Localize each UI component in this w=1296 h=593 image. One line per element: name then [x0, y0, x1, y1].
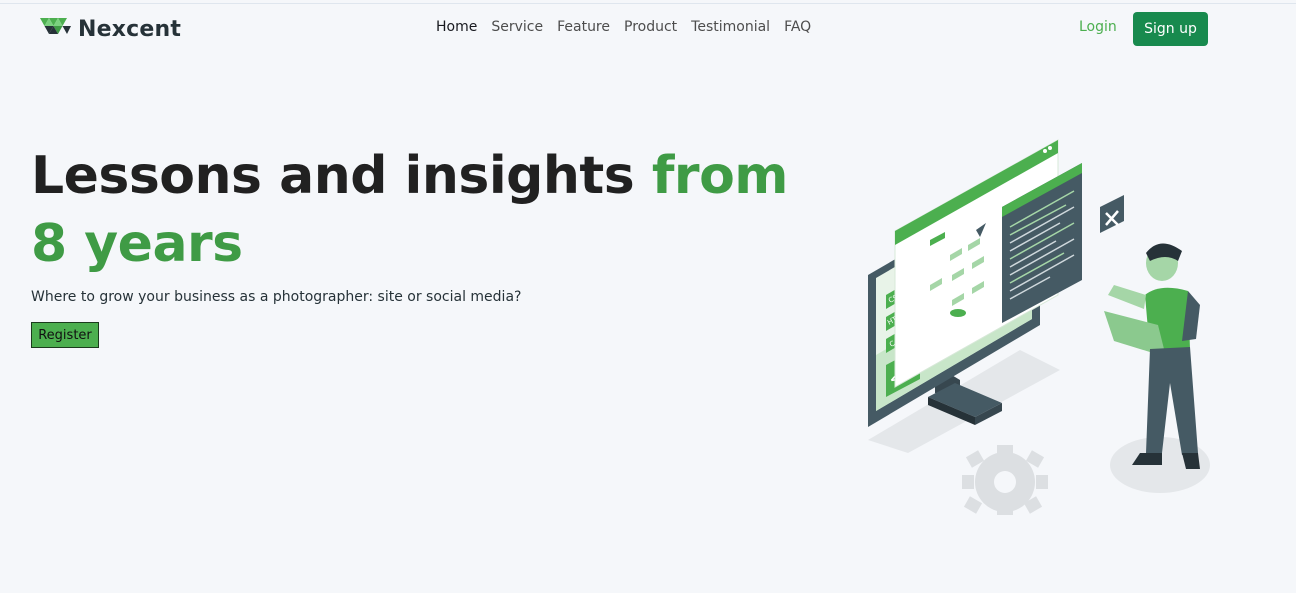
developer-person [1104, 243, 1200, 469]
signup-button[interactable]: Sign up [1133, 12, 1208, 46]
nav-link-faq[interactable]: FAQ [784, 19, 811, 35]
hero-subtitle: Where to grow your business as a photogr… [31, 289, 522, 305]
hero-title: Lessons and insights from 8 years [31, 142, 831, 278]
brand-name: Nexcent [78, 16, 182, 42]
navbar: Nexcent Home Service Feature Product Tes… [0, 4, 1296, 56]
nexcent-logo-icon [40, 18, 71, 34]
hero-title-main: Lessons and insights [31, 146, 652, 206]
main-nav: Home Service Feature Product Testimonial… [436, 19, 825, 35]
nav-link-product[interactable]: Product [624, 19, 677, 35]
close-icon [1100, 195, 1124, 233]
developer-illustration: CSS HTML C++ </> [868, 139, 1210, 515]
brand-logo[interactable]: Nexcent [40, 14, 181, 44]
nav-link-testimonial[interactable]: Testimonial [691, 19, 770, 35]
login-link[interactable]: Login [1079, 19, 1117, 35]
gear-icon [962, 445, 1048, 515]
register-button[interactable]: Register [31, 322, 99, 348]
nav-link-feature[interactable]: Feature [557, 19, 610, 35]
nav-link-service[interactable]: Service [491, 19, 543, 35]
nav-link-home[interactable]: Home [436, 19, 477, 35]
